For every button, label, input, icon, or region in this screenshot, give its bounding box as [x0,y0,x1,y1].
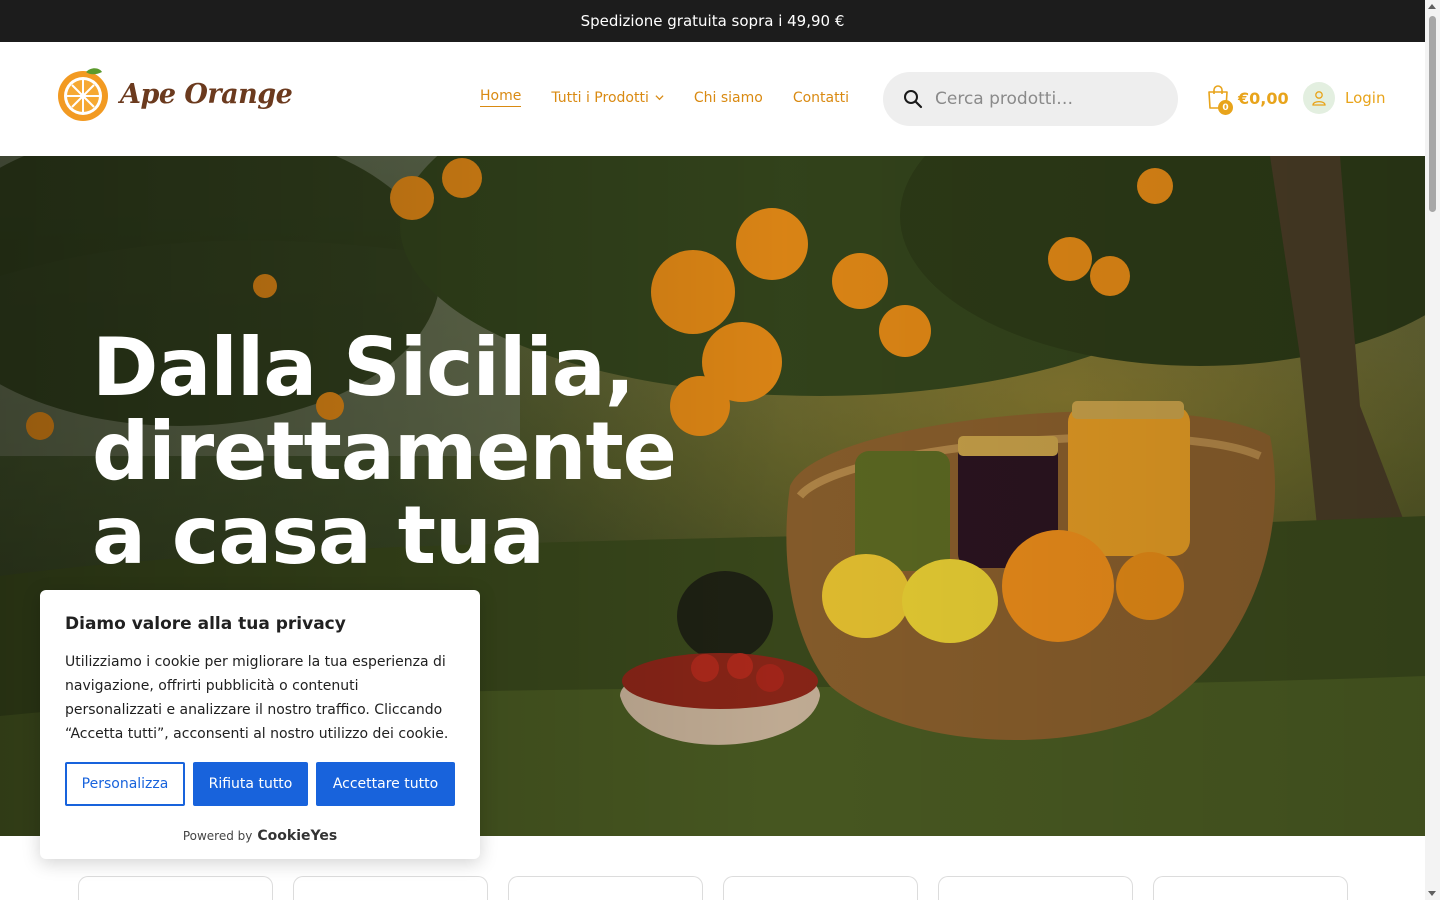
hero-heading-line-1: Dalla Sicilia, [92,321,635,414]
site-logo[interactable]: Ape Orange [56,66,293,122]
avatar [1303,82,1335,114]
cookie-buttons: Personalizza Rifiuta tutto Accettare tut… [65,762,455,806]
cart-button[interactable]: 0 €0,00 [1206,84,1289,115]
nav-about[interactable]: Chi siamo [694,90,763,106]
accept-all-button[interactable]: Accettare tutto [316,762,455,806]
search-box [883,72,1178,126]
customize-button[interactable]: Personalizza [65,762,185,806]
nav-all-products[interactable]: Tutti i Prodotti [551,90,664,106]
page-scrollbar[interactable] [1425,0,1440,900]
nav-about-label: Chi siamo [693,89,763,106]
hero-heading-line-3: a casa tua [92,489,545,582]
nav-all-products-label: Tutti i Prodotti [551,89,649,106]
cart-total: €0,00 [1238,88,1289,108]
powered-by-label: Powered by [182,829,253,843]
site-header: Ape Orange Home Tutti i Prodotti Chi sia… [0,42,1425,156]
search-icon[interactable] [903,89,923,109]
nav-home-label: Home [480,88,522,104]
category-card[interactable] [938,876,1133,900]
cookie-title: Diamo valore alla tua privacy [65,614,346,634]
brand-name: Ape Orange [120,78,293,110]
scroll-down-arrow-icon[interactable] [1428,891,1436,896]
cookieyes-logo[interactable]: CookieYes [257,828,337,844]
nav-contacts-label: Contatti [792,89,849,106]
nav-home[interactable]: Home [480,88,522,107]
login-label: Login [1345,89,1386,107]
reject-all-button[interactable]: Rifiuta tutto [193,762,308,806]
search-input[interactable] [935,89,1155,109]
category-card[interactable] [723,876,918,900]
scroll-up-arrow-icon[interactable] [1428,4,1436,9]
category-card[interactable] [78,876,273,900]
login-link[interactable]: Login [1303,82,1385,114]
announcement-bar: Spedizione gratuita sopra i 49,90 € [0,0,1425,42]
cart-count-badge: 0 [1218,100,1233,115]
cookie-description: Utilizziamo i cookie per migliorare la t… [65,654,449,742]
category-card[interactable] [508,876,703,900]
category-cards [78,876,1368,900]
scrollbar-thumb[interactable] [1429,16,1436,212]
powered-by: Powered by CookieYes [65,828,455,844]
category-card[interactable] [1153,876,1348,900]
main-navigation: Home Tutti i Prodotti Chi siamo Contatti [480,88,879,107]
user-icon [1312,91,1326,106]
hero-heading-line-2: direttamente [92,405,677,498]
cart-icon-wrapper: 0 [1206,84,1233,115]
announcement-text: Spedizione gratuita sopra i 49,90 € [580,12,845,30]
chevron-down-icon [655,95,664,101]
nav-contacts[interactable]: Contatti [793,90,849,106]
cookie-consent-banner: Diamo valore alla tua privacy Utilizziam… [40,590,480,859]
orange-slice-icon [58,68,108,121]
category-card[interactable] [293,876,488,900]
hero-heading: Dalla Sicilia, direttamente a casa tua [92,326,792,578]
